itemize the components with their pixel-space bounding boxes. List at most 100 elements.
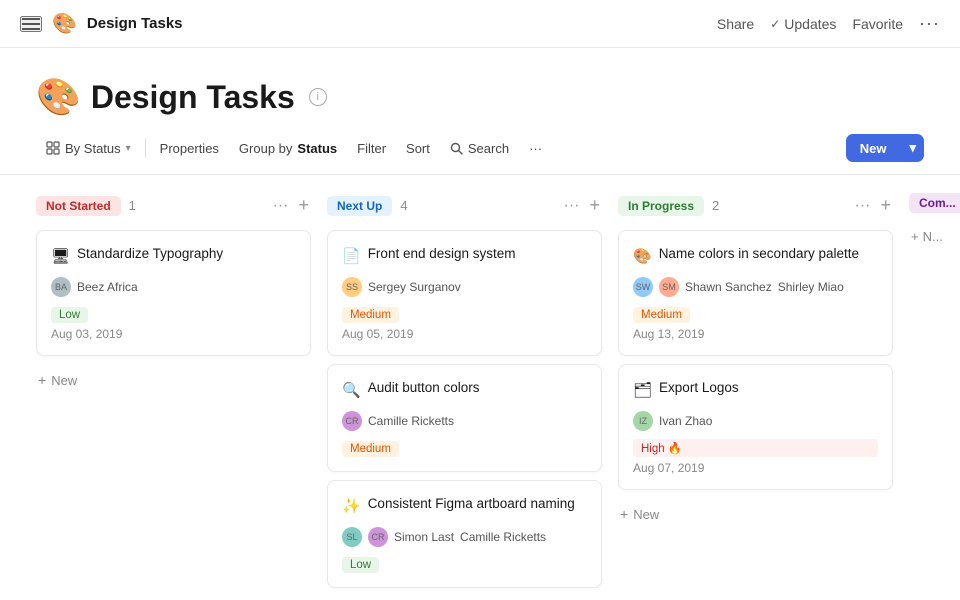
task-card[interactable]: 🗂 Export Logos IZ Ivan Zhao High 🔥 Aug 07… xyxy=(618,364,893,490)
avatar: IZ xyxy=(633,411,653,431)
card-date: Aug 07, 2019 xyxy=(633,461,878,475)
card-emoji: ✨ xyxy=(342,496,361,517)
add-new-button[interactable]: +New xyxy=(618,502,893,526)
priority-badge: Medium xyxy=(342,307,399,323)
page-emoji: 🎨 xyxy=(36,76,81,118)
priority-badge: Medium xyxy=(633,307,690,323)
task-card[interactable]: ✨ Consistent Figma artboard naming SLCRS… xyxy=(327,480,602,588)
board: Not Started 1 ··· + 🖥 Standardize Typogr… xyxy=(0,175,960,594)
hamburger-button[interactable] xyxy=(20,16,42,32)
priority-badge: Low xyxy=(342,557,379,573)
toolbar-separator xyxy=(145,138,146,158)
topbar-left: 🎨 Design Tasks xyxy=(20,11,183,36)
plus-icon: + xyxy=(911,229,919,244)
card-meta: SS Sergey Surganov xyxy=(342,277,587,297)
column-header: Com... xyxy=(909,191,960,215)
toolbar-more-button[interactable]: ··· xyxy=(519,136,552,161)
column-add-button[interactable]: + xyxy=(878,193,893,218)
favorite-button[interactable]: Favorite xyxy=(852,16,903,32)
column-status-badge: Com... xyxy=(909,193,960,213)
column-header: Next Up 4 ··· + xyxy=(327,191,602,220)
share-button[interactable]: Share xyxy=(717,16,754,32)
plus-icon: + xyxy=(620,506,628,522)
avatar: SS xyxy=(342,277,362,297)
updates-button[interactable]: ✓ Updates xyxy=(770,16,836,32)
search-icon xyxy=(450,142,463,155)
grid-icon xyxy=(46,141,60,155)
card-meta: CR Camille Ricketts xyxy=(342,411,587,431)
card-title: 🖥 Standardize Typography xyxy=(51,245,296,267)
card-date: Aug 03, 2019 xyxy=(51,327,296,341)
column-next-up: Next Up 4 ··· + 📄 Front end design syste… xyxy=(327,191,602,578)
column-more-button[interactable]: ··· xyxy=(271,195,291,217)
column-count: 1 xyxy=(129,198,136,213)
priority-badge: High 🔥 xyxy=(633,439,878,457)
column-more-button[interactable]: ··· xyxy=(562,195,582,217)
card-title: 📄 Front end design system xyxy=(342,245,587,267)
column-not-started: Not Started 1 ··· + 🖥 Standardize Typogr… xyxy=(36,191,311,578)
avatar-secondary: CR xyxy=(368,527,388,547)
card-title: 🎨 Name colors in secondary palette xyxy=(633,245,878,267)
card-emoji: 🗂 xyxy=(633,380,652,401)
task-card[interactable]: 🖥 Standardize Typography BA Beez Africa L… xyxy=(36,230,311,356)
plus-icon: + xyxy=(38,372,46,388)
app-icon: 🎨 xyxy=(52,11,77,36)
task-card[interactable]: 🎨 Name colors in secondary palette SWSMS… xyxy=(618,230,893,356)
card-date: Aug 13, 2019 xyxy=(633,327,878,341)
assignee-name: Ivan Zhao xyxy=(659,414,712,428)
avatar: CR xyxy=(342,411,362,431)
assignee-name: Beez Africa xyxy=(77,280,138,294)
card-emoji: 🖥 xyxy=(51,246,70,267)
card-meta: SL CR Simon Last Camille Ricketts xyxy=(342,527,587,547)
group-by-button[interactable]: Group by Status xyxy=(229,136,347,161)
topbar: 🎨 Design Tasks Share ✓ Updates Favorite … xyxy=(0,0,960,48)
more-options-button[interactable]: ··· xyxy=(919,13,940,34)
search-button[interactable]: Search xyxy=(440,136,519,161)
by-status-button[interactable]: By Status ▾ xyxy=(36,136,141,161)
card-emoji: 🔍 xyxy=(342,380,361,401)
column-in-progress: In Progress 2 ··· + 🎨 Name colors in sec… xyxy=(618,191,893,578)
assignee-name: Sergey Surganov xyxy=(368,280,461,294)
task-card[interactable]: 📄 Front end design system SS Sergey Surga… xyxy=(327,230,602,356)
column-header: Not Started 1 ··· + xyxy=(36,191,311,220)
priority-badge: Medium xyxy=(342,441,399,457)
column-status-badge: Next Up xyxy=(327,196,392,216)
complete-add-new-button[interactable]: + N... xyxy=(909,225,960,248)
task-card[interactable]: 🔍 Audit button colors CRCamille Ricketts… xyxy=(327,364,602,472)
new-button[interactable]: New ▾ xyxy=(846,134,924,162)
page-header: 🎨 Design Tasks i xyxy=(0,48,960,134)
card-emoji: 📄 xyxy=(342,246,361,267)
card-title: ✨ Consistent Figma artboard naming xyxy=(342,495,587,517)
assignee-name: Shawn Sanchez xyxy=(685,280,772,294)
info-icon[interactable]: i xyxy=(309,88,327,106)
checkmark-icon: ✓ xyxy=(770,17,780,31)
app-title: Design Tasks xyxy=(87,15,183,32)
column-add-button[interactable]: + xyxy=(296,193,311,218)
filter-button[interactable]: Filter xyxy=(347,136,396,161)
column-count: 2 xyxy=(712,198,719,213)
toolbar: By Status ▾ Properties Group by Status F… xyxy=(0,134,960,175)
column-status-badge: In Progress xyxy=(618,196,704,216)
card-title: 🗂 Export Logos xyxy=(633,379,878,401)
properties-button[interactable]: Properties xyxy=(150,136,229,161)
topbar-right: Share ✓ Updates Favorite ··· xyxy=(717,13,940,34)
assignee-name: Camille Ricketts xyxy=(368,414,454,428)
assignee-name: Simon Last xyxy=(394,530,454,544)
sort-button[interactable]: Sort xyxy=(396,136,440,161)
column-header: In Progress 2 ··· + xyxy=(618,191,893,220)
avatar: SW xyxy=(633,277,653,297)
card-meta: IZ Ivan Zhao xyxy=(633,411,878,431)
avatar: SL xyxy=(342,527,362,547)
card-meta: BA Beez Africa xyxy=(51,277,296,297)
column-more-button[interactable]: ··· xyxy=(853,195,873,217)
card-meta: SW SM Shawn Sanchez Shirley Miao xyxy=(633,277,878,297)
column-count: 4 xyxy=(400,198,407,213)
avatar: BA xyxy=(51,277,71,297)
assignee-name-secondary: Camille Ricketts xyxy=(460,530,546,544)
new-btn-arrow[interactable]: ▾ xyxy=(901,134,924,162)
add-new-button[interactable]: +New xyxy=(36,368,311,392)
priority-badge: Low xyxy=(51,307,88,323)
assignee-name-secondary: Shirley Miao xyxy=(778,280,844,294)
avatar-secondary: SM xyxy=(659,277,679,297)
column-add-button[interactable]: + xyxy=(587,193,602,218)
